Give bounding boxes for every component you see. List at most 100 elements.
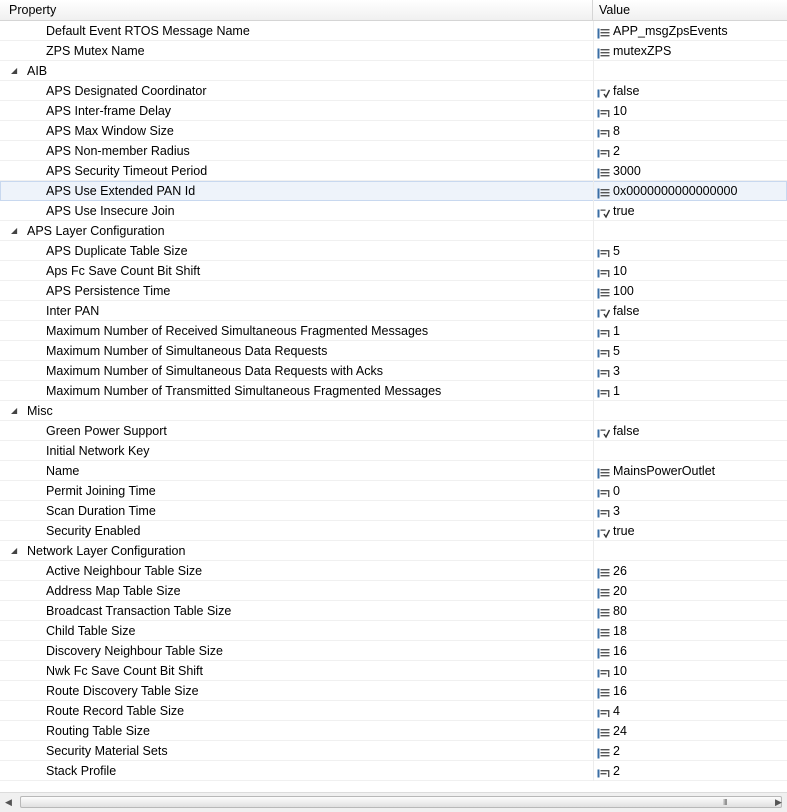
value-cell[interactable]: 3	[593, 361, 787, 381]
collapse-triangle-icon[interactable]: ◢	[11, 401, 21, 421]
integer-value-icon	[597, 265, 610, 278]
value-cell[interactable]: false	[593, 301, 787, 321]
property-name: APS Persistence Time	[46, 284, 171, 298]
scrollbar-thumb[interactable]: III	[20, 796, 782, 808]
property-row[interactable]: APS Duplicate Table Size 5	[0, 241, 787, 261]
value-cell[interactable]: 18	[593, 621, 787, 641]
collapse-triangle-icon[interactable]: ◢	[11, 61, 21, 81]
value-cell[interactable]: 2	[593, 741, 787, 761]
value-cell[interactable]: 10	[593, 661, 787, 681]
value-cell[interactable]: 16	[593, 681, 787, 701]
horizontal-scrollbar[interactable]: ◀ III ▶	[0, 792, 787, 812]
property-row[interactable]: Route Record Table Size 4	[0, 701, 787, 721]
property-row[interactable]: Address Map Table Size 20	[0, 581, 787, 601]
property-row[interactable]: Maximum Number of Simultaneous Data Requ…	[0, 361, 787, 381]
property-row[interactable]: Default Event RTOS Message Name APP_msgZp…	[0, 21, 787, 41]
property-row[interactable]: Permit Joining Time 0	[0, 481, 787, 501]
group-row[interactable]: ◢ Misc	[0, 401, 787, 421]
property-row[interactable]: APS Use Insecure Join true	[0, 201, 787, 221]
value-cell[interactable]: false	[593, 421, 787, 441]
property-name: Nwk Fc Save Count Bit Shift	[46, 664, 204, 678]
property-row[interactable]: APS Persistence Time 100	[0, 281, 787, 301]
collapse-triangle-icon[interactable]: ◢	[11, 541, 21, 561]
property-row[interactable]: Green Power Support false	[0, 421, 787, 441]
value-cell[interactable]: APP_msgZpsEvents	[593, 21, 787, 41]
value-column-header[interactable]: Value	[593, 0, 787, 20]
property-row[interactable]: Active Neighbour Table Size 26	[0, 561, 787, 581]
value-cell[interactable]: mutexZPS	[593, 41, 787, 61]
value-cell[interactable]: 2	[593, 141, 787, 161]
value-cell[interactable]: MainsPowerOutlet	[593, 461, 787, 481]
value-cell[interactable]: 26	[593, 561, 787, 581]
property-name: Inter PAN	[46, 304, 100, 318]
property-row[interactable]: Aps Fc Save Count Bit Shift 10	[0, 261, 787, 281]
property-row[interactable]: Stack Profile 2	[0, 761, 787, 781]
property-value: 3	[613, 504, 620, 518]
value-cell[interactable]: 2	[593, 761, 787, 781]
property-name: Route Discovery Table Size	[46, 684, 199, 698]
property-row[interactable]: Broadcast Transaction Table Size 80	[0, 601, 787, 621]
property-row[interactable]: APS Non-member Radius 2	[0, 141, 787, 161]
property-value: 2	[613, 764, 620, 778]
value-cell[interactable]: false	[593, 81, 787, 101]
property-row[interactable]: APS Use Extended PAN Id 0x000000000000000…	[0, 181, 787, 201]
property-row[interactable]: APS Max Window Size 8	[0, 121, 787, 141]
collapse-triangle-icon[interactable]: ◢	[11, 221, 21, 241]
group-row[interactable]: ◢ Network Layer Configuration	[0, 541, 787, 561]
property-row[interactable]: Name MainsPowerOutlet	[0, 461, 787, 481]
property-row[interactable]: Initial Network Key	[0, 441, 787, 461]
property-row[interactable]: ZPS Mutex Name mutexZPS	[0, 41, 787, 61]
scroll-right-arrow-icon[interactable]: ▶	[770, 793, 787, 812]
integer-value-icon	[597, 765, 610, 778]
value-cell[interactable]: 24	[593, 721, 787, 741]
value-cell[interactable]: 80	[593, 601, 787, 621]
value-cell[interactable]: 5	[593, 341, 787, 361]
property-row[interactable]: APS Inter-frame Delay 10	[0, 101, 787, 121]
value-cell[interactable]: 3000	[593, 161, 787, 181]
text-value-icon	[597, 725, 610, 739]
property-row[interactable]: Maximum Number of Received Simultaneous …	[0, 321, 787, 341]
property-value: 1	[613, 384, 620, 398]
property-name: APS Use Insecure Join	[46, 204, 175, 218]
value-cell[interactable]: true	[593, 201, 787, 221]
integer-value-icon	[597, 385, 610, 398]
property-row[interactable]: Scan Duration Time 3	[0, 501, 787, 521]
integer-value-icon	[597, 125, 610, 138]
value-cell[interactable]: 1	[593, 381, 787, 401]
property-row[interactable]: Nwk Fc Save Count Bit Shift 10	[0, 661, 787, 681]
value-cell	[593, 61, 787, 81]
value-cell[interactable]: 3	[593, 501, 787, 521]
scroll-left-arrow-icon[interactable]: ◀	[0, 793, 17, 812]
text-value-icon	[597, 185, 610, 199]
value-cell[interactable]: 10	[593, 261, 787, 281]
value-cell[interactable]: 5	[593, 241, 787, 261]
property-row[interactable]: Discovery Neighbour Table Size 16	[0, 641, 787, 661]
group-row[interactable]: ◢ AIB	[0, 61, 787, 81]
property-row[interactable]: APS Designated Coordinator false	[0, 81, 787, 101]
value-cell[interactable]: true	[593, 521, 787, 541]
property-row[interactable]: Security Enabled true	[0, 521, 787, 541]
value-cell[interactable]: 0	[593, 481, 787, 501]
property-row[interactable]: Inter PAN false	[0, 301, 787, 321]
property-row[interactable]: Security Material Sets 2	[0, 741, 787, 761]
integer-value-icon	[597, 245, 610, 258]
boolean-value-icon	[597, 305, 611, 319]
value-cell[interactable]	[593, 441, 787, 461]
property-row[interactable]: Routing Table Size 24	[0, 721, 787, 741]
property-row[interactable]: APS Security Timeout Period 3000	[0, 161, 787, 181]
property-row[interactable]: Maximum Number of Transmitted Simultaneo…	[0, 381, 787, 401]
property-column-header[interactable]: Property	[0, 0, 593, 20]
value-cell[interactable]: 10	[593, 101, 787, 121]
group-label: Network Layer Configuration	[27, 544, 186, 558]
value-cell[interactable]: 8	[593, 121, 787, 141]
value-cell[interactable]: 20	[593, 581, 787, 601]
property-row[interactable]: Child Table Size 18	[0, 621, 787, 641]
value-cell[interactable]: 16	[593, 641, 787, 661]
value-cell[interactable]: 0x0000000000000000	[593, 181, 787, 201]
property-row[interactable]: Maximum Number of Simultaneous Data Requ…	[0, 341, 787, 361]
property-row[interactable]: Route Discovery Table Size 16	[0, 681, 787, 701]
value-cell[interactable]: 100	[593, 281, 787, 301]
value-cell[interactable]: 1	[593, 321, 787, 341]
value-cell[interactable]: 4	[593, 701, 787, 721]
group-row[interactable]: ◢ APS Layer Configuration	[0, 221, 787, 241]
